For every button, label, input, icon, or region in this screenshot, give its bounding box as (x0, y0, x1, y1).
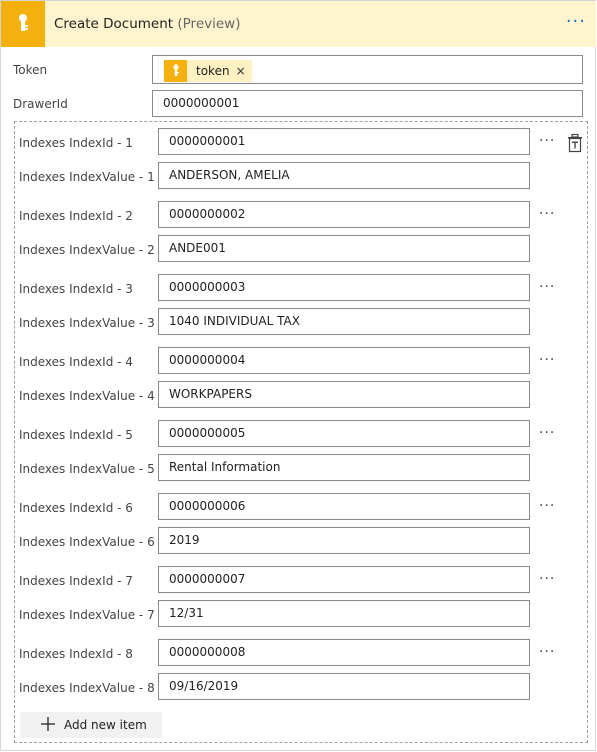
item-more-button[interactable]: ··· (539, 206, 555, 222)
item-more-button[interactable]: ··· (539, 571, 555, 587)
token-chip-label: token (196, 64, 230, 78)
index-value-field[interactable]: Rental Information (158, 454, 530, 481)
title-text: Create Document (54, 16, 174, 32)
index-value-field[interactable]: 12/31 (158, 600, 530, 627)
close-icon[interactable]: × (236, 64, 246, 78)
token-label: Token (13, 63, 48, 77)
index-value-label: Indexes IndexValue - 4 (19, 389, 155, 403)
index-value-field[interactable]: 09/16/2019 (158, 673, 530, 700)
plus-icon (40, 716, 56, 735)
add-new-item-label: Add new item (64, 718, 147, 732)
index-id-label: Indexes IndexId - 2 (19, 209, 133, 223)
index-value-field[interactable]: ANDERSON, AMELIA (158, 162, 530, 189)
action-card: Create Document (Preview) ··· Token toke… (0, 0, 596, 751)
more-options-button[interactable]: ··· (566, 11, 586, 32)
index-id-field[interactable]: 0000000002 (158, 201, 530, 228)
item-more-button[interactable]: ··· (539, 498, 555, 514)
index-value-field[interactable]: WORKPAPERS (158, 381, 530, 408)
index-value-label: Indexes IndexValue - 2 (19, 243, 155, 257)
index-value-field[interactable]: ANDE001 (158, 235, 530, 262)
key-icon (1, 1, 45, 47)
index-id-label: Indexes IndexId - 1 (19, 136, 133, 150)
card-header[interactable]: Create Document (Preview) ··· (1, 1, 596, 47)
index-id-label: Indexes IndexId - 3 (19, 282, 133, 296)
index-value-field[interactable]: 2019 (158, 527, 530, 554)
key-icon (164, 60, 187, 82)
page-title: Create Document (Preview) (54, 16, 240, 32)
item-more-button[interactable]: ··· (539, 644, 555, 660)
index-value-label: Indexes IndexValue - 8 (19, 681, 155, 695)
index-id-field[interactable]: 0000000001 (158, 128, 530, 155)
index-id-label: Indexes IndexId - 7 (19, 574, 133, 588)
index-id-field[interactable]: 0000000005 (158, 420, 530, 447)
index-id-label: Indexes IndexId - 6 (19, 501, 133, 515)
index-value-label: Indexes IndexValue - 1 (19, 170, 155, 184)
trash-icon[interactable] (566, 133, 584, 153)
index-id-label: Indexes IndexId - 4 (19, 355, 133, 369)
item-more-button[interactable]: ··· (539, 279, 555, 295)
index-value-field[interactable]: 1040 INDIVIDUAL TAX (158, 308, 530, 335)
index-id-label: Indexes IndexId - 5 (19, 428, 133, 442)
index-id-field[interactable]: 0000000006 (158, 493, 530, 520)
add-new-item-button[interactable]: Add new item (20, 712, 162, 738)
token-chip[interactable]: token × (164, 60, 252, 82)
item-more-button[interactable]: ··· (539, 352, 555, 368)
item-more-button[interactable]: ··· (539, 133, 555, 149)
index-value-label: Indexes IndexValue - 5 (19, 462, 155, 476)
index-id-field[interactable]: 0000000007 (158, 566, 530, 593)
title-preview-tag: (Preview) (177, 16, 241, 32)
drawer-id-label: DrawerId (13, 97, 68, 111)
index-id-field[interactable]: 0000000003 (158, 274, 530, 301)
index-value-label: Indexes IndexValue - 3 (19, 316, 155, 330)
drawer-id-field[interactable]: 0000000001 (152, 90, 583, 117)
item-more-button[interactable]: ··· (539, 425, 555, 441)
index-id-field[interactable]: 0000000008 (158, 639, 530, 666)
index-value-label: Indexes IndexValue - 7 (19, 608, 155, 622)
index-id-field[interactable]: 0000000004 (158, 347, 530, 374)
index-id-label: Indexes IndexId - 8 (19, 647, 133, 661)
index-value-label: Indexes IndexValue - 6 (19, 535, 155, 549)
